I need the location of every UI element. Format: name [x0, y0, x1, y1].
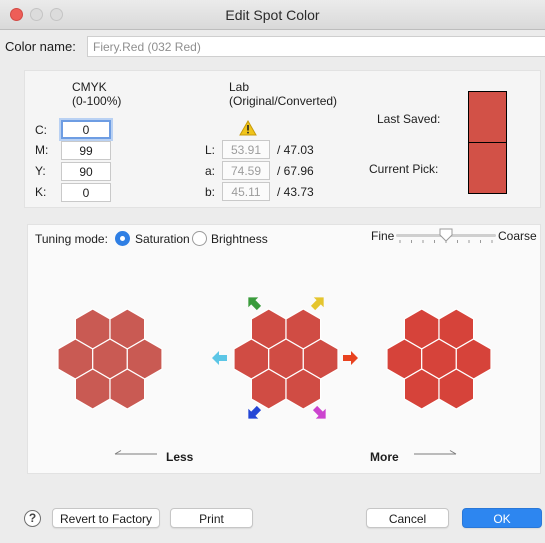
lab-a-original-field: 74.59 — [222, 161, 270, 180]
fine-label: Fine — [371, 229, 395, 243]
print-button[interactable]: Print — [170, 508, 253, 528]
arrow-up-left-icon[interactable] — [243, 292, 264, 313]
less-label: Less — [166, 450, 194, 464]
lab-l-original-field: 53.91 — [222, 140, 270, 159]
last-saved-label: Last Saved: — [377, 112, 441, 126]
color-name-row: Color name: Fiery.Red (032 Red) — [5, 36, 545, 58]
lab-subheading: (Original/Converted) — [229, 94, 338, 108]
window-title: Edit Spot Color — [225, 7, 320, 23]
slider-knob[interactable] — [439, 228, 453, 242]
color-values-panel: CMYK (0-100%) C: 0 M: 99 Y: 90 K: 0 Lab … — [24, 70, 541, 208]
coarse-label: Coarse — [498, 229, 537, 243]
hex-tuning-area — [57, 292, 492, 424]
more-label: More — [370, 450, 399, 464]
current-pick-swatch — [468, 142, 507, 194]
cmyk-c-field[interactable]: 0 — [61, 120, 111, 139]
help-button[interactable]: ? — [24, 510, 41, 527]
tuning-mode-label: Tuning mode: — [35, 232, 108, 246]
ok-button[interactable]: OK — [462, 508, 542, 528]
cmyk-y-field[interactable]: 90 — [61, 162, 111, 181]
lab-heading: Lab — [229, 80, 250, 94]
title-bar: Edit Spot Color — [0, 0, 545, 30]
arrow-down-left-icon[interactable] — [243, 403, 264, 424]
cancel-button[interactable]: Cancel — [366, 508, 449, 528]
cmyk-k-field[interactable]: 0 — [61, 183, 111, 202]
cmyk-subheading: (0-100%) — [72, 94, 122, 108]
more-arrow-icon — [414, 450, 457, 455]
cmyk-y-label: Y: — [35, 164, 46, 178]
lab-a-label: a: — [205, 164, 216, 178]
lab-b-converted: / 43.73 — [277, 185, 314, 199]
less-arrow-icon — [114, 450, 157, 455]
lab-b-label: b: — [205, 185, 216, 199]
cmyk-k-label: K: — [35, 185, 47, 199]
current-pick-label: Current Pick: — [369, 162, 439, 176]
lab-l-label: L: — [205, 143, 216, 157]
saturation-radio-label[interactable]: Saturation — [135, 232, 190, 246]
revert-to-factory-button[interactable]: Revert to Factory — [52, 508, 160, 528]
lab-l-converted: / 47.03 — [277, 143, 314, 157]
arrow-right-icon[interactable] — [343, 351, 358, 365]
arrow-left-icon[interactable] — [212, 351, 227, 365]
tuning-panel: Tuning mode: Saturation Brightness Fine … — [27, 224, 541, 474]
lab-b-original-field: 45.11 — [222, 182, 270, 201]
arrow-down-right-icon[interactable] — [310, 403, 331, 424]
color-name-label: Color name: — [5, 39, 76, 54]
cmyk-m-field[interactable]: 99 — [61, 141, 111, 160]
saturation-radio[interactable] — [115, 231, 130, 246]
color-name-field: Fiery.Red (032 Red) — [87, 36, 545, 57]
cmyk-m-label: M: — [35, 143, 49, 157]
step-size-slider[interactable] — [396, 228, 496, 244]
brightness-radio-label[interactable]: Brightness — [211, 232, 268, 246]
brightness-radio[interactable] — [192, 231, 207, 246]
cmyk-c-label: C: — [35, 123, 47, 137]
cmyk-heading: CMYK — [72, 80, 107, 94]
warning-icon — [239, 119, 257, 136]
arrow-up-right-icon[interactable] — [308, 292, 329, 313]
lab-a-converted: / 67.96 — [277, 164, 314, 178]
last-saved-swatch — [468, 91, 507, 143]
